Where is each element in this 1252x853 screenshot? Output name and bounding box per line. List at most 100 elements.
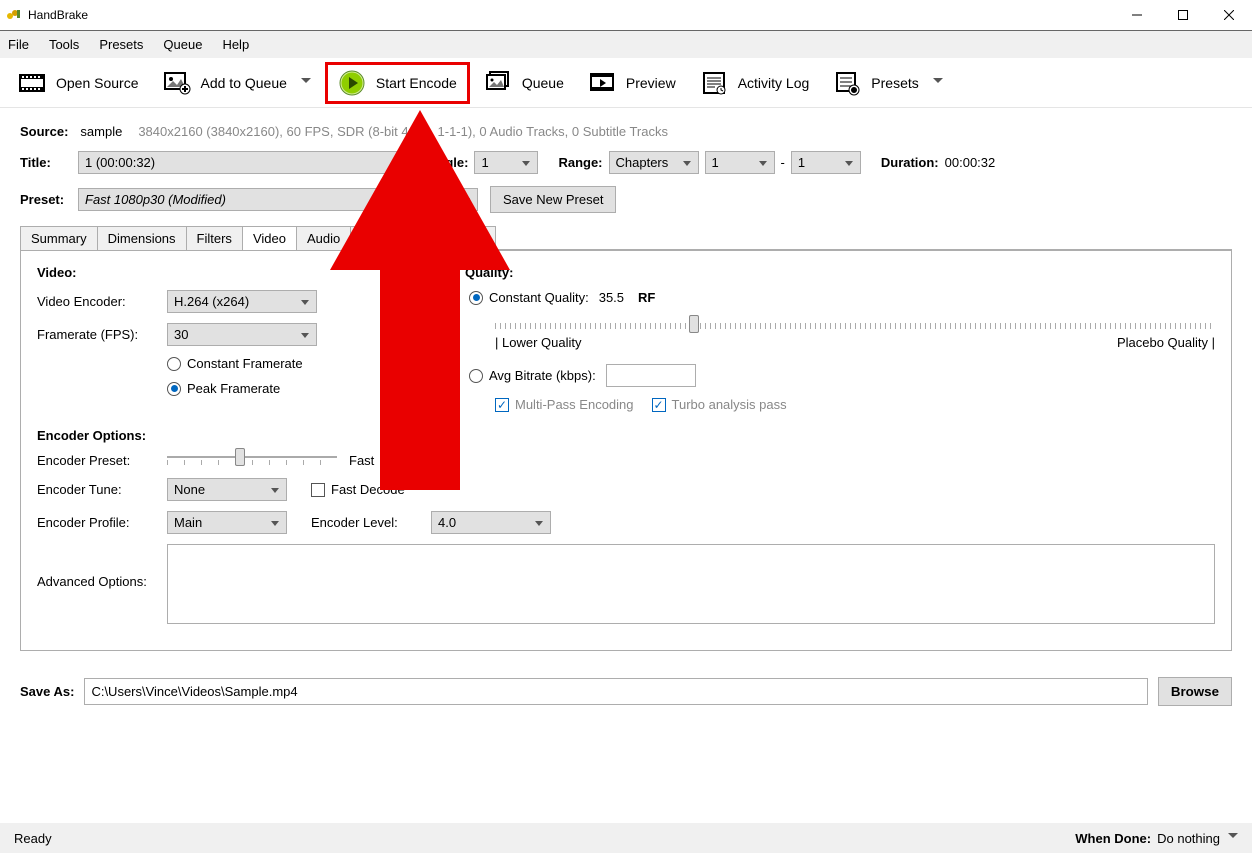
add-to-queue-button[interactable]: Add to Queue <box>153 65 321 101</box>
turbo-checkbox[interactable] <box>652 398 666 412</box>
status-text: Ready <box>14 831 52 846</box>
film-icon <box>18 69 46 97</box>
video-encoder-label: Video Encoder: <box>37 294 167 309</box>
toolbar: Open Source Add to Queue Start Encode Qu… <box>0 58 1252 108</box>
source-details: 3840x2160 (3840x2160), 60 FPS, SDR (8-bi… <box>138 124 668 139</box>
chevron-down-icon[interactable] <box>301 78 311 88</box>
log-icon <box>700 69 728 97</box>
source-name: sample <box>80 124 122 139</box>
queue-label: Queue <box>522 75 564 91</box>
range-type-select[interactable]: Chapters <box>609 151 699 174</box>
tab-content-video: Video: Video Encoder: H.264 (x264) Frame… <box>20 250 1232 651</box>
constant-quality-unit: RF <box>638 290 655 305</box>
framerate-label: Framerate (FPS): <box>37 327 167 342</box>
source-label: Source: <box>20 124 68 139</box>
tab-chapters[interactable]: Chapters <box>421 226 496 250</box>
encoder-tune-label: Encoder Tune: <box>37 482 167 497</box>
range-to-select[interactable]: 1 <box>791 151 861 174</box>
encoder-options-title: Encoder Options: <box>37 428 1215 443</box>
quality-slider[interactable] <box>495 323 1215 329</box>
menu-tools[interactable]: Tools <box>49 37 79 52</box>
chevron-down-icon[interactable] <box>933 78 943 88</box>
tab-audio[interactable]: Audio <box>296 226 351 250</box>
when-done-select[interactable]: Do nothing <box>1157 831 1220 846</box>
preview-button[interactable]: Preview <box>578 65 686 101</box>
play-icon <box>338 69 366 97</box>
queue-button[interactable]: Queue <box>474 65 574 101</box>
encoder-preset-value: Fast <box>349 453 374 468</box>
encoder-preset-slider[interactable] <box>167 456 337 458</box>
slider-thumb-icon[interactable] <box>235 448 245 466</box>
picture-add-icon <box>163 69 191 97</box>
activity-log-label: Activity Log <box>738 75 810 91</box>
add-to-queue-label: Add to Queue <box>201 75 287 91</box>
encoder-profile-label: Encoder Profile: <box>37 515 167 530</box>
tab-filters[interactable]: Filters <box>186 226 243 250</box>
chevron-down-icon[interactable] <box>1228 833 1238 843</box>
video-encoder-select[interactable]: H.264 (x264) <box>167 290 317 313</box>
turbo-label: Turbo analysis pass <box>672 397 787 412</box>
preset-row: Preset: Fast 1080p30 (Modified) Save New… <box>0 180 1252 219</box>
advanced-options-label: Advanced Options: <box>37 544 167 589</box>
duration-value: 00:00:32 <box>945 155 996 170</box>
constant-quality-label: Constant Quality: <box>489 290 589 305</box>
avg-bitrate-radio[interactable] <box>469 369 483 383</box>
range-label: Range: <box>558 155 602 170</box>
encoder-level-label: Encoder Level: <box>311 515 431 530</box>
window-title: HandBrake <box>28 8 88 22</box>
menu-presets[interactable]: Presets <box>99 37 143 52</box>
video-section-title: Video: <box>37 265 435 280</box>
tab-dimensions[interactable]: Dimensions <box>97 226 187 250</box>
titlebar: HandBrake <box>0 0 1252 30</box>
constant-framerate-label: Constant Framerate <box>187 356 303 371</box>
slider-thumb-icon[interactable] <box>689 315 699 333</box>
encoder-level-select[interactable]: 4.0 <box>431 511 551 534</box>
menubar: File Tools Presets Queue Help <box>0 30 1252 58</box>
title-label: Title: <box>20 155 72 170</box>
menu-help[interactable]: Help <box>222 37 249 52</box>
advanced-options-input[interactable] <box>167 544 1215 624</box>
menu-queue[interactable]: Queue <box>163 37 202 52</box>
multipass-label: Multi-Pass Encoding <box>515 397 634 412</box>
app-icon <box>6 7 22 23</box>
constant-quality-value: 35.5 <box>599 290 624 305</box>
source-row: Source: sample 3840x2160 (3840x2160), 60… <box>0 108 1252 145</box>
tab-summary[interactable]: Summary <box>20 226 98 250</box>
open-source-button[interactable]: Open Source <box>8 65 149 101</box>
preview-icon <box>588 69 616 97</box>
range-separator: - <box>781 155 785 170</box>
encoder-tune-select[interactable]: None <box>167 478 287 501</box>
preset-select[interactable]: Fast 1080p30 (Modified) <box>78 188 478 211</box>
title-select[interactable]: 1 (00:00:32) <box>78 151 408 174</box>
avg-bitrate-input[interactable] <box>606 364 696 387</box>
encoder-profile-select[interactable]: Main <box>167 511 287 534</box>
presets-button[interactable]: Presets <box>823 65 952 101</box>
browse-button[interactable]: Browse <box>1158 677 1232 706</box>
encoder-preset-label: Encoder Preset: <box>37 453 167 468</box>
framerate-select[interactable]: 30 <box>167 323 317 346</box>
angle-select[interactable]: 1 <box>474 151 538 174</box>
title-row: Title: 1 (00:00:32) Angle: 1 Range: Chap… <box>0 145 1252 180</box>
duration-label: Duration: <box>881 155 939 170</box>
tab-video[interactable]: Video <box>242 226 297 250</box>
activity-log-button[interactable]: Activity Log <box>690 65 820 101</box>
constant-quality-radio[interactable] <box>469 291 483 305</box>
tab-subtitles[interactable]: Subtitles <box>350 226 422 250</box>
menu-file[interactable]: File <box>8 37 29 52</box>
fast-decode-checkbox[interactable] <box>311 483 325 497</box>
presets-icon <box>833 69 861 97</box>
open-source-label: Open Source <box>56 75 139 91</box>
start-encode-button[interactable]: Start Encode <box>325 62 470 104</box>
multipass-checkbox[interactable] <box>495 398 509 412</box>
save-new-preset-button[interactable]: Save New Preset <box>490 186 616 213</box>
save-as-input[interactable] <box>84 678 1147 705</box>
fast-decode-label: Fast Decode <box>331 482 405 497</box>
minimize-button[interactable] <box>1114 0 1160 30</box>
maximize-button[interactable] <box>1160 0 1206 30</box>
preview-label: Preview <box>626 75 676 91</box>
placebo-quality-label: Placebo Quality | <box>1117 335 1215 350</box>
close-button[interactable] <box>1206 0 1252 30</box>
constant-framerate-radio[interactable] <box>167 357 181 371</box>
range-from-select[interactable]: 1 <box>705 151 775 174</box>
peak-framerate-radio[interactable] <box>167 382 181 396</box>
